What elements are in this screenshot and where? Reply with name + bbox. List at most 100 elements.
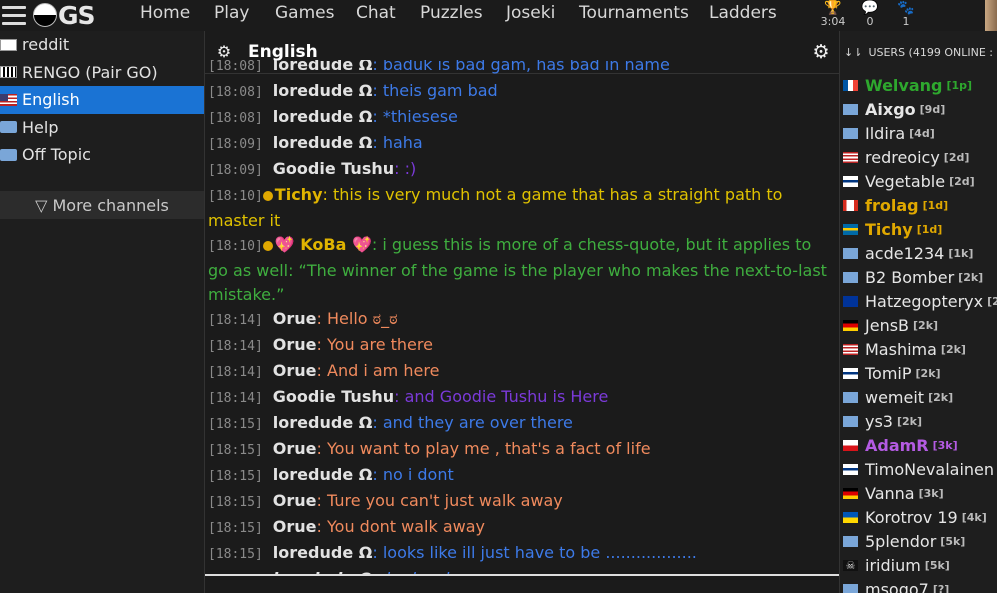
user-row[interactable]: Korotrov 19 [4k] — [840, 505, 997, 529]
channel-item-reddit[interactable]: reddit — [0, 31, 204, 59]
timestamp: [18:15] — [208, 521, 263, 536]
user-name[interactable]: frolag — [865, 196, 919, 215]
nav-link-puzzles[interactable]: Puzzles — [420, 0, 483, 27]
message-username[interactable]: loredude Ω — [273, 81, 373, 100]
message-username[interactable]: loredude Ω — [273, 133, 373, 152]
message-username[interactable]: Goodie Tushu — [273, 159, 394, 178]
user-name[interactable]: Mashima — [865, 340, 937, 359]
channel-label: RENGO (Pair GO) — [22, 62, 158, 82]
message-username[interactable]: Goodie Tushu — [273, 387, 394, 406]
user-row[interactable]: Hatzegopteryx [2 — [840, 289, 997, 313]
chat-bubble-stat[interactable]: 💬 0 — [855, 0, 885, 28]
chat-bubble-count: 0 — [866, 15, 874, 28]
sort-icon[interactable]: ↓⇂ — [844, 46, 862, 59]
users-header[interactable]: ↓⇂ USERS (4199 ONLINE : 8 — [840, 31, 997, 73]
user-name[interactable]: Tichy — [865, 220, 913, 239]
channel-settings-icon[interactable]: ⚙ — [214, 42, 234, 62]
message-username[interactable]: 💖 KoBa 💖 — [275, 235, 372, 254]
user-avatar[interactable] — [985, 0, 997, 31]
user-name[interactable]: Welvang — [865, 76, 942, 95]
user-name[interactable]: JensB — [865, 316, 909, 335]
user-row[interactable]: msogo7 [?] — [840, 577, 997, 593]
nav-link-ladders[interactable]: Ladders — [709, 0, 777, 27]
fi-flag-icon — [843, 463, 858, 475]
user-row[interactable]: TomiP [2k] — [840, 361, 997, 385]
user-name[interactable]: Vegetable — [865, 172, 945, 191]
message-username[interactable]: Orue — [273, 517, 317, 536]
message-username[interactable]: Orue — [273, 335, 317, 354]
message-username[interactable]: loredude Ω — [273, 60, 373, 74]
user-name[interactable]: Hatzegopteryx — [865, 292, 983, 311]
user-name[interactable]: Aixgo — [865, 100, 916, 119]
nav-link-play[interactable]: Play — [214, 0, 249, 27]
message-username[interactable]: Orue — [273, 439, 317, 458]
user-row[interactable]: ☠ iridium [5k] — [840, 553, 997, 577]
nav-link-games[interactable]: Games — [275, 0, 334, 27]
message-text: Ture you can't just walk away — [327, 491, 563, 510]
message-username[interactable]: loredude Ω — [273, 465, 373, 484]
user-row[interactable]: TimoNevalainen — [840, 457, 997, 481]
un-flag-icon — [843, 247, 858, 259]
user-name[interactable]: TimoNevalainen — [865, 460, 994, 479]
message-username[interactable]: Orue — [273, 491, 317, 510]
user-row[interactable]: Vanna [3k] — [840, 481, 997, 505]
message-text: looks like ill just have to be .........… — [382, 543, 697, 562]
nav-link-joseki[interactable]: Joseki — [506, 0, 555, 27]
channel-item-english[interactable]: English — [0, 86, 204, 114]
user-name[interactable]: ys3 — [865, 412, 893, 431]
user-name[interactable]: AdamR — [865, 436, 929, 455]
user-row[interactable]: frolag [1d] — [840, 193, 997, 217]
paw-stat[interactable]: 🐾 1 — [891, 0, 921, 28]
un-flag-icon — [843, 271, 858, 283]
hamburger-menu-icon[interactable] — [2, 6, 26, 25]
message-username[interactable]: Orue — [273, 361, 317, 380]
message-username[interactable]: Tichy — [275, 185, 323, 204]
user-row[interactable]: Tichy [1d] — [840, 217, 997, 241]
chat-input[interactable] — [205, 574, 839, 593]
user-name[interactable]: Vanna — [865, 484, 915, 503]
message-username[interactable]: Orue — [273, 309, 317, 328]
message-username[interactable]: loredude Ω — [273, 413, 373, 432]
message-text: You dont walk away — [327, 517, 485, 536]
channel-item-rengo-pair-go-[interactable]: RENGO (Pair GO) — [0, 59, 204, 87]
message-username[interactable]: loredude Ω — [273, 107, 373, 126]
user-row[interactable]: Aixgo [9d] — [840, 97, 997, 121]
user-rank: [1d] — [922, 198, 949, 212]
user-row[interactable]: wemeit [2k] — [840, 385, 997, 409]
user-row[interactable]: B2 Bomber [2k] — [840, 265, 997, 289]
user-row[interactable]: Welvang [1p] — [840, 73, 997, 97]
channel-item-off-topic[interactable]: Off Topic — [0, 141, 204, 169]
user-row[interactable]: Mashima [2k] — [840, 337, 997, 361]
user-row[interactable]: JensB [2k] — [840, 313, 997, 337]
ogs-logo[interactable]: GS — [33, 1, 96, 30]
message-username[interactable]: loredude Ω — [273, 543, 373, 562]
user-name[interactable]: iridium — [865, 556, 921, 575]
user-name[interactable]: 5plendor — [865, 532, 936, 551]
nav-link-tournaments[interactable]: Tournaments — [579, 0, 689, 27]
user-name[interactable]: Korotrov 19 — [865, 508, 958, 527]
user-row[interactable]: 5plendor [5k] — [840, 529, 997, 553]
chat-messages[interactable]: [18:08] loredude Ω: baduk is bad gam, has… — [205, 60, 839, 576]
user-row[interactable]: redreoicy [2d] — [840, 145, 997, 169]
user-name[interactable]: TomiP — [865, 364, 912, 383]
user-name[interactable]: msogo7 — [865, 580, 929, 593]
channel-item-help[interactable]: Help — [0, 114, 204, 142]
user-name[interactable]: B2 Bomber — [865, 268, 954, 287]
gear-icon[interactable]: ⚙ — [811, 42, 831, 62]
user-row[interactable]: ys3 [2k] — [840, 409, 997, 433]
user-name[interactable]: acde1234 — [865, 244, 944, 263]
nav-link-chat[interactable]: Chat — [356, 0, 396, 27]
user-row[interactable]: AdamR [3k] — [840, 433, 997, 457]
user-row[interactable]: acde1234 [1k] — [840, 241, 997, 265]
users-list[interactable]: ↓⇂ USERS (4199 ONLINE : 8 Welvang [1p] Aix… — [839, 31, 997, 593]
user-name[interactable]: redreoicy — [865, 148, 940, 167]
nav-link-home[interactable]: Home — [140, 0, 190, 27]
user-name[interactable]: wemeit — [865, 388, 924, 407]
user-name[interactable]: Ildira — [865, 124, 905, 143]
user-row[interactable]: Vegetable [2d] — [840, 169, 997, 193]
user-row[interactable]: Ildira [4d] — [840, 121, 997, 145]
user-rank: [1k] — [948, 246, 974, 260]
channel-label: reddit — [22, 35, 70, 55]
more-channels-button[interactable]: ▽ More channels — [0, 191, 204, 219]
trophy-stat[interactable]: 🏆 3:04 — [818, 0, 848, 28]
